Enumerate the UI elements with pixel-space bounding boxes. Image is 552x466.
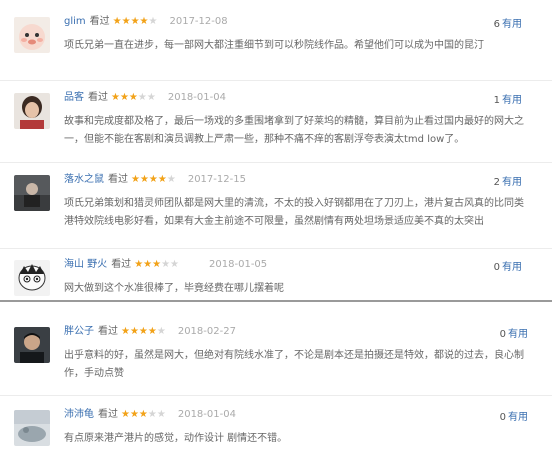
review-text: 故事和完成度都及格了，最后一场戏的多重围堵拿到了好莱坞的精髓，算目前为止看过国内… [64,116,524,145]
username-link[interactable]: glim [64,16,86,27]
username-link[interactable]: 海山 野火 [64,259,107,270]
useful-count: 1 [493,95,500,106]
useful-vote[interactable]: 0 有用 [494,258,522,273]
review-text: 项氏兄弟策划和猎灵师团队都是网大里的清流，不太的投入好钢都用在了刀刃上，港片复古… [64,198,524,227]
review-header: 沛沛龟 看过 ★★★★★ 2018-01-04 [64,408,236,422]
review-date: 2017-12-08 [169,16,228,27]
useful-label[interactable]: 有用 [508,329,528,340]
divider [0,162,552,163]
divider [0,80,552,81]
useful-count: 2 [493,177,500,188]
avatar[interactable] [14,175,50,211]
useful-count: 6 [493,19,500,30]
useful-vote[interactable]: 0 有用 [500,325,528,340]
avatar[interactable] [14,93,50,129]
avatar[interactable] [14,17,50,53]
review-list: glim 看过 ★★★★★ 2017-12-08 6 有用 项氏兄弟一直在进步，每一部网… [0,0,552,466]
review-header: glim 看过 ★★★★★ 2017-12-08 [64,15,228,29]
useful-count: 0 [499,412,506,423]
divider [0,248,552,249]
watch-status: 看过 [98,409,118,420]
avatar[interactable] [14,260,50,296]
username-link[interactable]: 沛沛龟 [64,409,94,420]
watch-status: 看过 [89,16,110,27]
useful-vote[interactable]: 2 有用 [494,173,522,188]
review-date: 2018-01-04 [177,409,236,420]
rating-stars: ★★★★★ [121,326,166,337]
review-text: 网大做到这个水准很棒了，毕竟经费在哪儿摆着呢 [64,283,284,294]
useful-label[interactable]: 有用 [502,95,522,106]
review-item: 品客 看过 ★★★★★ 2018-01-04 1 有用 故事和完成度都及格了，最后一场戏… [0,89,552,151]
useful-label[interactable]: 有用 [502,177,522,188]
review-item: 落水之鼠 看过 ★★★★★ 2017-12-15 2 有用 项氏兄弟策划和猎灵师团队都是… [0,171,552,249]
review-header: 海山 野火 看过 ★★★★★ 2018-01-05 [64,258,267,272]
review-item: glim 看过 ★★★★★ 2017-12-08 6 有用 项氏兄弟一直在进步，每一部网… [0,13,552,75]
watch-status: 看过 [88,92,108,103]
useful-vote[interactable]: 1 有用 [494,91,522,106]
watch-status: 看过 [98,326,118,337]
review-item: 胖公子 看过 ★★★★★ 2018-02-27 0 有用 出乎意料的好，虽然是网大，但绝… [0,323,552,383]
divider [0,395,552,396]
section-divider [0,300,552,302]
useful-vote[interactable]: 0 有用 [500,408,528,423]
useful-label[interactable]: 有用 [508,412,528,423]
username-link[interactable]: 胖公子 [64,326,94,337]
username-link[interactable]: 落水之鼠 [64,174,104,185]
review-text: 出乎意料的好，虽然是网大，但绝对有院线水准了，不论是剧本还是拍摄还是特效，都说的… [64,350,524,379]
review-header: 品客 看过 ★★★★★ 2018-01-04 [64,91,226,105]
review-date: 2018-02-27 [177,326,236,337]
review-item: 海山 野火 看过 ★★★★★ 2018-01-05 0 有用 网大做到这个水准很棒了，毕… [0,256,552,296]
review-date: 2018-01-04 [167,92,226,103]
review-text: 有点原来港产港片的感觉，动作设计 剧情还不错。 [64,433,288,444]
useful-vote[interactable]: 6 有用 [494,15,522,30]
rating-stars: ★★★★★ [112,16,158,27]
watch-status: 看过 [111,259,132,270]
review-date: 2017-12-15 [187,174,246,185]
useful-count: 0 [499,329,506,340]
useful-count: 0 [493,262,500,273]
review-date: 2018-01-05 [209,259,268,270]
rating-stars: ★★★★★ [111,92,156,103]
useful-label[interactable]: 有用 [502,262,522,273]
rating-stars: ★★★★★ [134,259,180,270]
avatar[interactable] [14,327,50,363]
username-link[interactable]: 品客 [64,92,84,103]
review-text: 项氏兄弟一直在进步，每一部网大都注重细节到可以秒院线作品。希望他们可以成为中国的… [64,40,484,51]
watch-status: 看过 [108,174,128,185]
rating-stars: ★★★★★ [131,174,176,185]
avatar[interactable] [14,410,50,446]
review-header: 落水之鼠 看过 ★★★★★ 2017-12-15 [64,173,246,187]
review-header: 胖公子 看过 ★★★★★ 2018-02-27 [64,325,236,339]
review-item: 沛沛龟 看过 ★★★★★ 2018-01-04 0 有用 有点原来港产港片的感觉，动作设… [0,406,552,456]
rating-stars: ★★★★★ [121,409,166,420]
useful-label[interactable]: 有用 [502,19,522,30]
